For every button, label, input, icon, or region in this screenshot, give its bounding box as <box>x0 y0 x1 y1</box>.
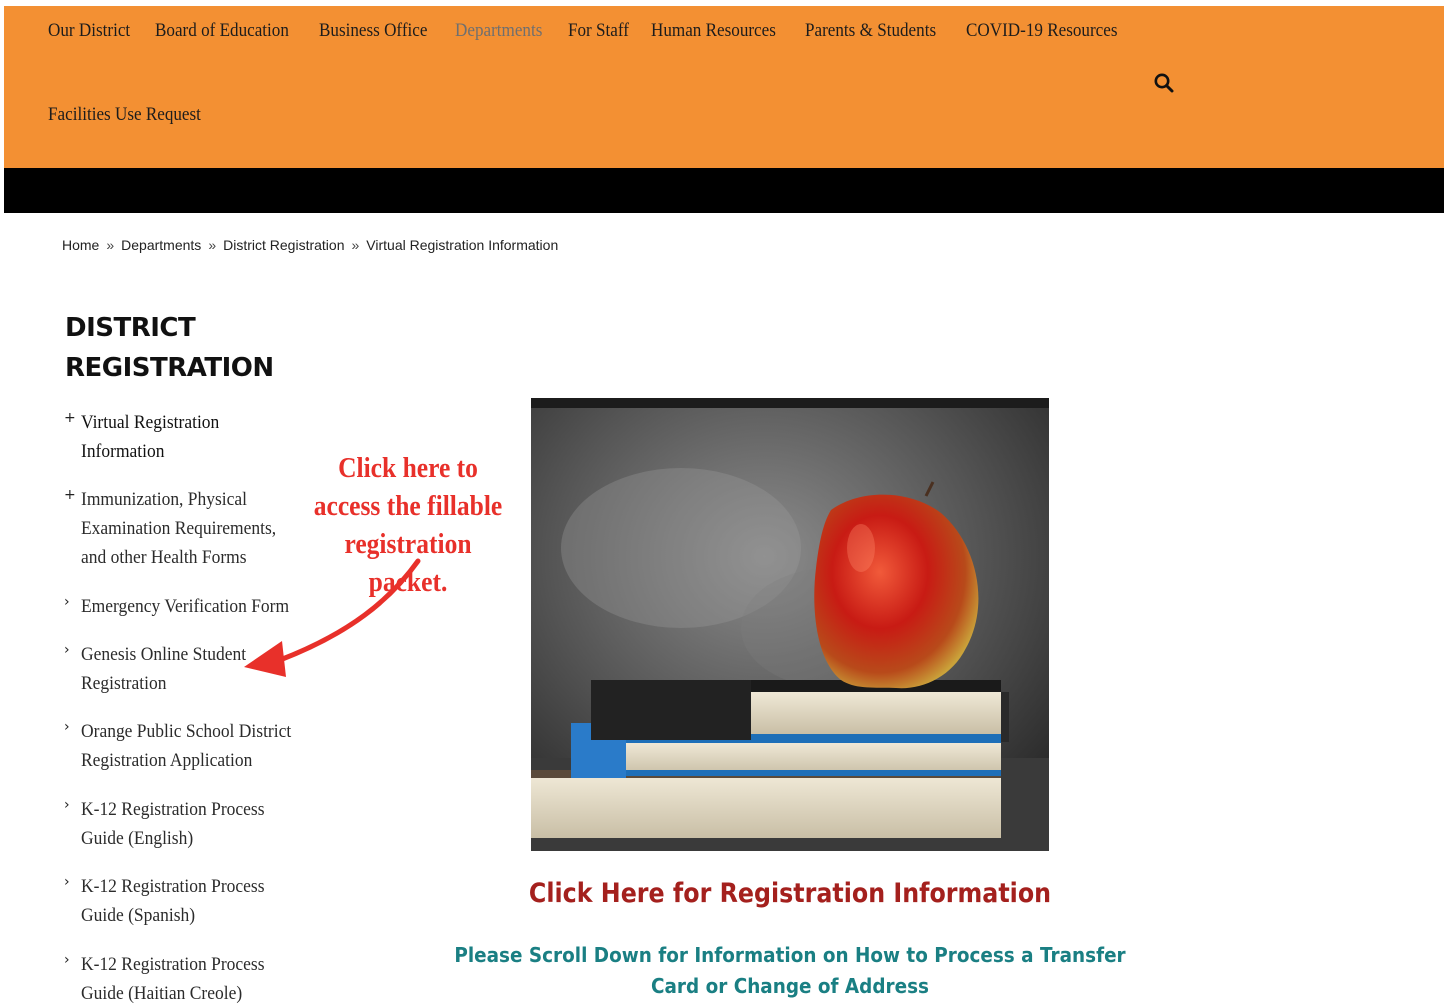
sidebar-item-guide-english[interactable]: › K-12 Registration Process Guide (Engli… <box>64 795 304 853</box>
apple-on-books-image <box>531 398 1049 851</box>
sidebar-item-label: Virtual Registration Information <box>81 412 220 462</box>
nav-item-board-of-education[interactable]: Board of Education <box>155 20 289 42</box>
sidebar-item-label: K-12 Registration Process Guide (Haitian… <box>81 954 265 1004</box>
breadcrumb-separator: » <box>106 237 115 253</box>
registration-info-link[interactable]: Click Here for Registration Information <box>482 878 1098 909</box>
nav-item-covid-resources[interactable]: COVID-19 Resources <box>966 20 1117 42</box>
top-navigation: Our District Board of Education Business… <box>4 6 1444 168</box>
sidebar-item-guide-spanish[interactable]: › K-12 Registration Process Guide (Spani… <box>64 872 304 930</box>
nav-item-parents-students[interactable]: Parents & Students <box>805 20 936 42</box>
sidebar-item-label: K-12 Registration Process Guide (Spanish… <box>81 876 265 926</box>
breadcrumb: Home » Departments » District Registration » V… <box>62 237 558 253</box>
expand-plus-icon: + <box>64 410 76 426</box>
sidebar-item-label: Orange Public School District Registrati… <box>81 721 292 771</box>
chevron-right-icon: › <box>64 594 70 610</box>
nav-item-human-resources[interactable]: Human Resources <box>651 20 776 42</box>
red-arrow-icon <box>244 558 421 677</box>
chevron-right-icon: › <box>64 797 70 813</box>
chevron-right-icon: › <box>64 952 70 968</box>
sidebar-item-guide-haitian-creole[interactable]: › K-12 Registration Process Guide (Haiti… <box>64 950 304 1008</box>
nav-item-departments[interactable]: Departments <box>455 20 542 42</box>
expand-plus-icon: + <box>64 487 76 503</box>
breadcrumb-departments[interactable]: Departments <box>121 237 201 253</box>
chevron-right-icon: › <box>64 642 70 658</box>
breadcrumb-home[interactable]: Home <box>62 237 99 253</box>
scroll-down-note: Please Scroll Down for Information on Ho… <box>454 943 1126 998</box>
nav-item-for-staff[interactable]: For Staff <box>568 20 629 42</box>
chevron-right-icon: › <box>64 719 70 735</box>
sidebar-title-line2: REGISTRATION <box>65 353 274 383</box>
header-black-bar <box>4 168 1444 213</box>
sidebar-item-registration-application[interactable]: › Orange Public School District Registra… <box>64 717 304 775</box>
breadcrumb-district-registration[interactable]: District Registration <box>223 237 344 253</box>
sidebar-title-line1: DISTRICT <box>65 313 196 343</box>
search-icon[interactable] <box>1153 72 1175 94</box>
nav-item-our-district[interactable]: Our District <box>48 20 130 42</box>
nav-item-business-office[interactable]: Business Office <box>319 20 427 42</box>
chevron-right-icon: › <box>64 874 70 890</box>
sidebar-title: DISTRICT REGISTRATION <box>65 308 325 388</box>
nav-item-facilities-use-request[interactable]: Facilities Use Request <box>48 104 201 126</box>
breadcrumb-current: Virtual Registration Information <box>366 237 559 253</box>
sidebar-item-label: K-12 Registration Process Guide (English… <box>81 799 265 849</box>
breadcrumb-separator: » <box>208 237 217 253</box>
sidebar-item-virtual-registration[interactable]: + Virtual Registration Information <box>64 408 304 466</box>
main-nav-row: Our District Board of Education Business… <box>48 20 1150 42</box>
breadcrumb-separator: » <box>351 237 360 253</box>
